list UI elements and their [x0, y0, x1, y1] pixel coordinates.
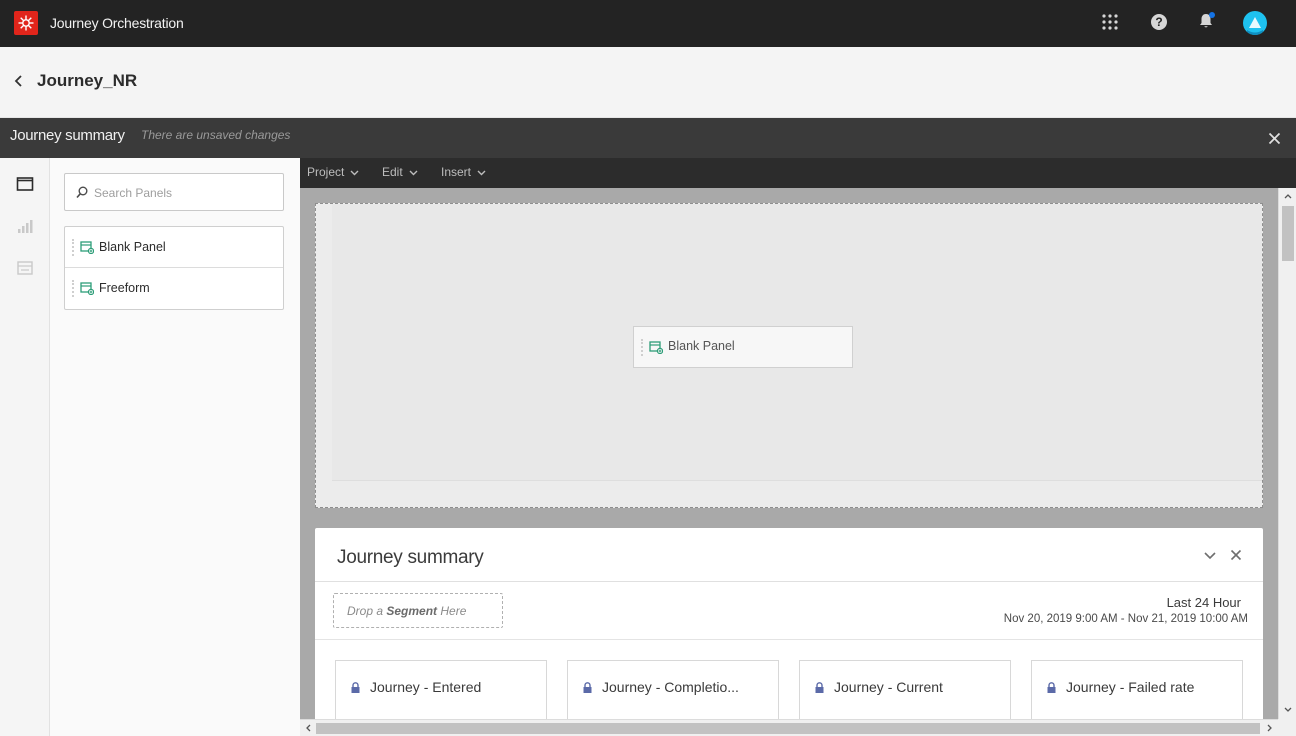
lock-icon	[815, 682, 824, 693]
divider	[315, 639, 1263, 640]
summary-panel-title: Journey summary	[337, 547, 484, 568]
journey-summary-bar: Journey summary There are unsaved change…	[0, 118, 1296, 158]
panel-drop-zone[interactable]: Blank Panel	[315, 203, 1263, 508]
notification-bell-icon[interactable]	[1197, 11, 1217, 31]
top-nav-bar: Journey Orchestration ?	[0, 0, 1296, 47]
help-icon[interactable]: ?	[1150, 13, 1170, 33]
menu-edit-label: Edit	[382, 165, 403, 179]
vertical-scrollbar[interactable]	[1278, 188, 1296, 719]
horizontal-scroll-thumb[interactable]	[316, 723, 1260, 734]
scroll-right-icon[interactable]	[1263, 720, 1275, 736]
drag-handle-icon[interactable]	[72, 280, 74, 297]
panel-item-label: Blank Panel	[99, 240, 166, 254]
adobe-logo-icon[interactable]	[14, 11, 38, 35]
vertical-scroll-thumb[interactable]	[1282, 206, 1294, 261]
menu-project-label: Project	[307, 165, 345, 179]
panel-item-blank-panel[interactable]: Blank Panel	[65, 227, 283, 268]
journey-summary-panel: Journey summary Drop a Segment Here Last…	[315, 528, 1263, 719]
collapse-chevron-icon[interactable]	[1203, 548, 1217, 562]
date-range-label[interactable]: Last 24 Hour	[1167, 595, 1241, 610]
panel-add-icon	[80, 282, 94, 295]
metric-label: Journey - Entered	[370, 679, 482, 695]
menu-insert[interactable]: Insert	[441, 165, 486, 179]
app-title[interactable]: Journey Orchestration	[50, 15, 184, 31]
date-range-value[interactable]: Nov 20, 2019 9:00 AM - Nov 21, 2019 10:0…	[1004, 613, 1248, 625]
user-avatar[interactable]	[1243, 11, 1267, 35]
panels-icon[interactable]	[16, 176, 34, 192]
horizontal-scrollbar[interactable]	[300, 719, 1278, 736]
menu-project[interactable]: Project	[307, 165, 359, 179]
chevron-down-icon	[350, 170, 359, 176]
search-panels-field[interactable]	[64, 173, 284, 211]
metric-card-failed-rate[interactable]: Journey - Failed rate	[1031, 660, 1243, 719]
svg-text:?: ?	[1155, 15, 1162, 29]
chevron-down-icon	[409, 170, 418, 176]
scroll-up-icon[interactable]	[1279, 191, 1296, 203]
drag-handle-icon[interactable]	[72, 239, 74, 256]
scroll-left-icon[interactable]	[303, 720, 315, 736]
lock-icon	[583, 682, 592, 693]
panel-add-icon	[649, 341, 663, 354]
panels-sidebar: Blank Panel Freeform	[50, 158, 300, 736]
drag-handle-icon[interactable]	[641, 339, 643, 356]
lock-icon	[351, 682, 360, 693]
close-panel-icon[interactable]	[1229, 548, 1243, 562]
metric-card-current[interactable]: Journey - Current	[799, 660, 1011, 719]
divider	[315, 581, 1263, 582]
metric-label: Journey - Failed rate	[1066, 679, 1195, 695]
scrollbar-corner	[1278, 719, 1296, 736]
journey-name: Journey_NR	[37, 71, 138, 90]
panel-item-label: Freeform	[99, 281, 150, 295]
menu-insert-label: Insert	[441, 165, 472, 179]
metric-card-entered[interactable]: Journey - Entered	[335, 660, 547, 719]
chevron-down-icon	[477, 170, 486, 176]
segment-drop-bold: Segment	[386, 604, 438, 618]
search-input[interactable]	[94, 183, 274, 203]
summary-bar-title: Journey summary	[10, 127, 125, 144]
lock-icon	[1047, 682, 1056, 693]
back-arrow-icon[interactable]	[12, 73, 26, 89]
search-icon	[76, 186, 88, 199]
scroll-down-icon[interactable]	[1279, 704, 1296, 716]
segment-drop-zone[interactable]: Drop a Segment Here	[333, 593, 503, 628]
panel-list: Blank Panel Freeform	[64, 226, 284, 310]
journey-header: Journey_NR	[0, 47, 1296, 118]
segment-drop-suffix: Here	[437, 604, 467, 618]
apps-grid-icon[interactable]	[1101, 13, 1121, 33]
metric-label: Journey - Completio...	[602, 679, 739, 695]
panel-add-icon	[80, 241, 94, 254]
panel-item-freeform[interactable]: Freeform	[65, 268, 283, 309]
metric-card-completion[interactable]: Journey - Completio...	[567, 660, 779, 719]
project-menubar: Project Edit Insert	[300, 158, 1296, 188]
segment-drop-text: Drop a Segment Here	[347, 604, 466, 618]
metric-label: Journey - Current	[834, 679, 943, 695]
left-rail	[0, 158, 50, 736]
menu-edit[interactable]: Edit	[382, 165, 418, 179]
workspace-canvas: Blank Panel Journey summary Drop a Segme…	[300, 188, 1278, 719]
dragged-panel-label: Blank Panel	[668, 339, 735, 353]
segment-drop-prefix: Drop a	[347, 604, 387, 618]
components-icon[interactable]	[16, 260, 34, 276]
dragged-blank-panel[interactable]: Blank Panel	[633, 326, 853, 368]
close-icon[interactable]	[1268, 132, 1281, 145]
visualizations-icon[interactable]	[16, 218, 34, 234]
unsaved-changes-status: There are unsaved changes	[141, 128, 291, 142]
